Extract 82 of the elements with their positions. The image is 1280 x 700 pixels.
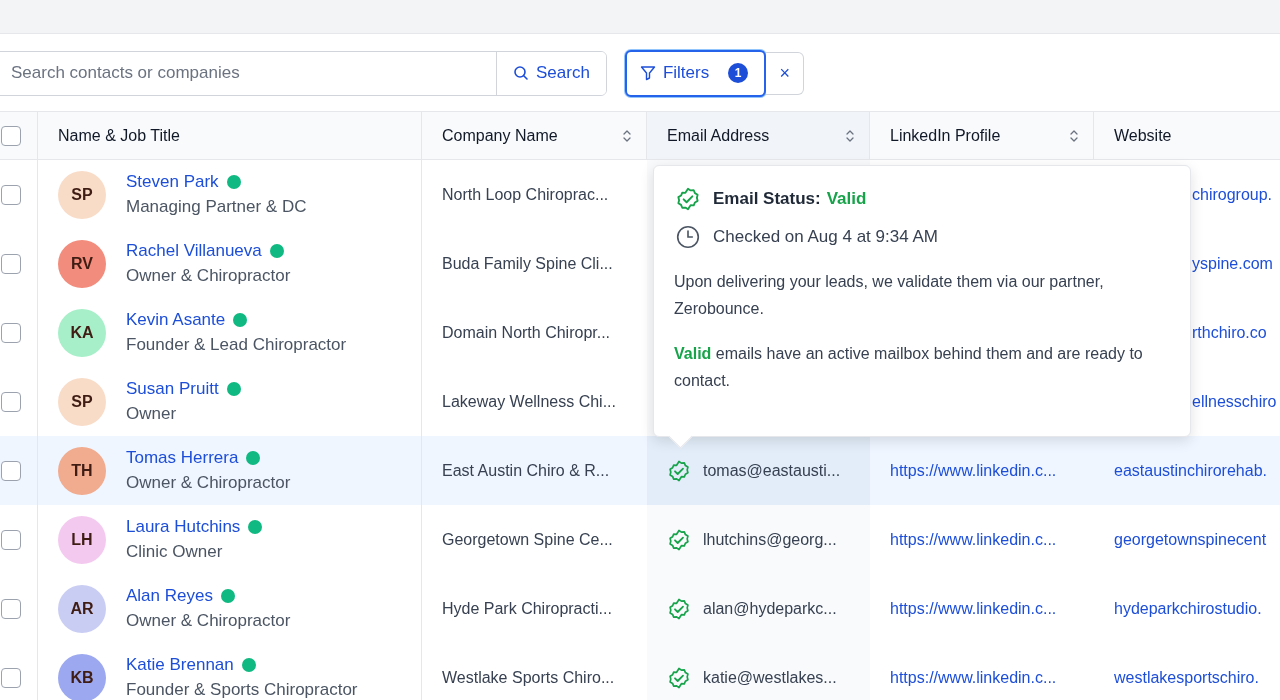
website-link[interactable]: rthchiro.co [1192,323,1267,342]
linkedin-link[interactable]: https://www.linkedin.c... [890,461,1057,480]
column-header: LinkedIn Profile [890,126,1001,145]
avatar: TH [58,446,106,495]
job-title: Owner & Chiropractor [126,473,291,493]
row-checkbox[interactable] [0,184,21,205]
company-name: Hyde Park Chiropracti... [442,599,612,618]
checked-time: Checked on Aug 4 at 9:34 AM [713,227,938,247]
contact-name-link[interactable]: Tomas Herrera [126,448,239,468]
filter-count-badge: 1 [728,63,749,83]
column-header: Website [1114,126,1172,145]
avatar: AR [58,584,106,633]
row-checkbox[interactable] [0,253,21,274]
avatar: SP [58,170,106,219]
website-link[interactable]: hydeparkchirostudio. [1114,599,1262,618]
contact-name-link[interactable]: Susan Pruitt [126,379,219,399]
table-row[interactable]: AR Alan Reyes Owner & Chiropractor Hyde Park Chiropracti... alan@hydeparkc... https://www.linkedin.c... hydeparkchirostudio. [0,574,1280,643]
row-checkbox[interactable] [0,598,21,619]
email-address: lhutchins@georg... [703,530,837,549]
filter-icon [639,65,656,81]
contact-name-link[interactable]: Rachel Villanueva [126,241,262,261]
contact-name-link[interactable]: Laura Hutchins [126,517,241,537]
search-bar[interactable]: Search contacts or companies Search [0,50,607,96]
linkedin-link[interactable]: https://www.linkedin.c... [890,599,1057,618]
avatar: SP [58,377,106,426]
clear-filters-button[interactable]: × [766,51,805,95]
row-checkbox[interactable] [0,667,21,688]
sort-icon[interactable] [1069,128,1079,143]
email-status: Valid [826,189,867,209]
sort-icon[interactable] [622,128,632,143]
website-link[interactable]: ellnesschiro [1192,392,1277,411]
avatar: KB [58,653,106,700]
row-checkbox[interactable] [0,529,21,550]
contact-name-link[interactable]: Kevin Asante [126,310,226,330]
search-button[interactable]: Search [496,51,606,95]
email-address: alan@hydeparkc... [703,599,837,618]
website-link[interactable]: chirogroup. [1192,185,1273,204]
avatar: LH [58,515,106,564]
popover-title: Email Status: [713,189,821,209]
job-title: Founder & Sports Chiropractor [126,680,358,700]
popover-text: Upon delivering your leads, we validate them via our partner, Zerobounce. [674,272,1105,319]
company-name: Westlake Sports Chiro... [442,668,615,687]
table-row[interactable]: LH Laura Hutchins Clinic Owner Georgetown Spine Ce... lhutchins@georg... https://www.linkedin.c... georgetownspinecent [0,505,1280,574]
job-title: Managing Partner & DC [126,197,307,217]
job-title: Clinic Owner [126,542,224,562]
email-address: tomas@eastausti... [703,461,841,480]
contact-name-link[interactable]: Katie Brennan [126,655,234,675]
website-link[interactable]: georgetownspinecent [1114,530,1267,549]
avatar: KA [58,308,106,357]
company-name: Georgetown Spine Ce... [442,530,613,549]
table-row[interactable]: TH Tomas Herrera Owner & Chiropractor East Austin Chiro & R... tomas@eastausti... https://www.linkedin.c... eastaustinchirorehab. [0,436,1280,505]
email-address: katie@westlakes... [703,668,837,687]
row-checkbox[interactable] [0,322,21,343]
website-link[interactable]: yspine.com [1192,254,1273,273]
sort-icon[interactable] [845,128,855,143]
website-link[interactable]: eastaustinchirorehab. [1114,461,1267,480]
contact-name-link[interactable]: Alan Reyes [126,586,213,606]
column-header: Email Address [667,126,770,145]
company-name: Buda Family Spine Cli... [442,254,613,273]
company-name: Domain North Chiropr... [442,323,611,342]
company-name: North Loop Chiroprac... [442,185,609,204]
job-title: Owner & Chiropractor [126,266,291,286]
linkedin-link[interactable]: https://www.linkedin.c... [890,668,1057,687]
table-row[interactable]: KB Katie Brennan Founder & Sports Chiropractor Westlake Sports Chiro... katie@westlakes... https://www.linkedin.c... westlakesportschiro. [0,643,1280,700]
company-name: East Austin Chiro & R... [442,461,610,480]
contact-name-link[interactable]: Steven Park [126,172,219,192]
job-title: Owner [126,404,178,424]
job-title: Founder & Lead Chiropractor [126,335,347,355]
row-checkbox[interactable] [0,460,21,481]
avatar: RV [58,239,106,288]
search-icon [513,65,529,81]
linkedin-link[interactable]: https://www.linkedin.c... [890,530,1057,549]
row-checkbox[interactable] [0,391,21,412]
column-header: Name & Job Title [58,126,180,145]
filters-button[interactable]: Filters 1 [624,49,767,97]
job-title: Owner & Chiropractor [126,611,291,631]
popover-text: Valid emails have an active mailbox behind them and are ready to contact. [674,344,1144,391]
company-name: Lakeway Wellness Chi... [442,392,616,411]
column-header: Company Name [442,126,558,145]
clock-icon [675,224,701,250]
select-all-checkbox[interactable] [0,125,21,146]
website-link[interactable]: westlakesportschiro. [1114,668,1259,687]
